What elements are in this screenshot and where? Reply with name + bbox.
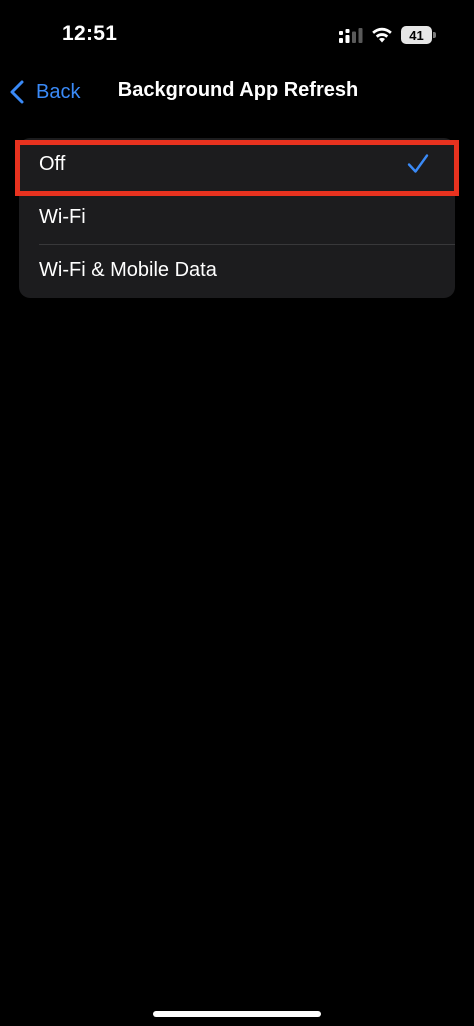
battery-icon: 41 <box>401 26 432 44</box>
home-indicator[interactable] <box>153 1011 321 1017</box>
navigation-bar: Back Background App Refresh <box>0 62 474 122</box>
refresh-options-list: Off Wi-Fi Wi-Fi & Mobile Data <box>19 138 455 298</box>
option-wifi-and-mobile-data[interactable]: Wi-Fi & Mobile Data <box>19 244 455 297</box>
screen: 12:51 41 Back Background App Refresh Off… <box>0 0 474 1026</box>
checkmark-icon <box>407 154 429 173</box>
battery-tip <box>433 32 436 38</box>
option-wifi[interactable]: Wi-Fi <box>19 191 455 244</box>
signal-icon <box>339 28 363 43</box>
status-bar: 12:51 41 <box>0 0 474 62</box>
wifi-icon <box>372 27 392 43</box>
page-title: Background App Refresh <box>117 79 359 101</box>
option-label: Wi-Fi <box>39 206 86 228</box>
option-label: Wi-Fi & Mobile Data <box>39 259 217 281</box>
option-off[interactable]: Off <box>19 138 455 191</box>
status-time: 12:51 <box>62 22 118 45</box>
option-label: Off <box>39 153 66 175</box>
battery-level: 41 <box>409 27 424 43</box>
